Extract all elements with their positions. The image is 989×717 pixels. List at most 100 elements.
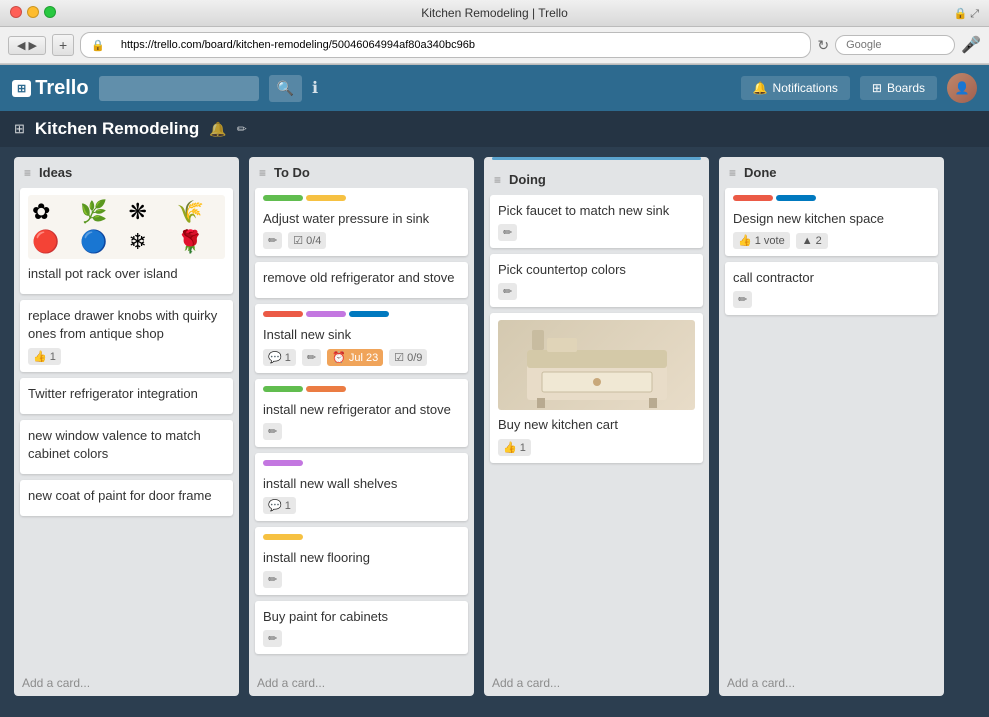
card-pick-faucet[interactable]: Pick faucet to match new sink ✏: [490, 195, 703, 248]
board-edit-icon[interactable]: ✏: [237, 122, 247, 136]
list-doing-header: ≡ Doing: [484, 164, 709, 195]
card-title: remove old refrigerator and stove: [263, 269, 460, 287]
label-red: [733, 195, 773, 201]
card-design-kitchen[interactable]: Design new kitchen space 👍 1 vote ▲ 2: [725, 188, 938, 256]
list-done-title: Done: [744, 165, 777, 180]
card-meta: 👍 1: [28, 348, 225, 365]
doing-add-card[interactable]: Add a card...: [484, 670, 709, 696]
list-handle-icon: ≡: [259, 166, 266, 180]
url-lock-icon: 🔒: [91, 39, 105, 52]
card-install-pot-rack[interactable]: ✿ 🌿 ❋ 🌾 🔴 🔵 ❄ 🌹 install pot rack over is…: [20, 188, 233, 294]
list-done-header: ≡ Done: [719, 157, 944, 188]
back-button[interactable]: ◀ ▶: [8, 36, 46, 55]
board-bell-icon[interactable]: 🔔: [209, 121, 226, 138]
card-drawer-knobs[interactable]: replace drawer knobs with quirky ones fr…: [20, 300, 233, 371]
card-window-valence[interactable]: new window valence to match cabinet colo…: [20, 420, 233, 474]
list-doing-title: Doing: [509, 172, 546, 187]
card-title: new coat of paint for door frame: [28, 487, 225, 505]
vote-badge: 👍 1: [28, 348, 61, 365]
card-title: install new refrigerator and stove: [263, 401, 460, 419]
card-meta: 👍 1 vote ▲ 2: [733, 232, 930, 249]
card-twitter-fridge[interactable]: Twitter refrigerator integration: [20, 378, 233, 414]
card-labels: [263, 460, 460, 470]
refresh-button[interactable]: ↻: [817, 37, 829, 54]
card-title: Pick countertop colors: [498, 261, 695, 279]
list-done-cards: Design new kitchen space 👍 1 vote ▲ 2 ca…: [719, 188, 944, 670]
card-call-contractor[interactable]: call contractor ✏: [725, 262, 938, 315]
label-red: [263, 311, 303, 317]
url-input[interactable]: [111, 36, 800, 54]
card-wall-shelves[interactable]: install new wall shelves 💬 1: [255, 453, 468, 521]
card-title: Buy paint for cabinets: [263, 608, 460, 626]
list-todo-cards: Adjust water pressure in sink ✏ ☑ 0/4 re…: [249, 188, 474, 670]
card-title: install pot rack over island: [28, 265, 225, 283]
card-title: new window valence to match cabinet colo…: [28, 427, 225, 463]
card-meta: ✏: [263, 423, 460, 440]
info-button[interactable]: ℹ: [312, 78, 318, 98]
list-handle-icon: ≡: [729, 166, 736, 180]
card-meta: ✏: [263, 630, 460, 647]
card-paint-door[interactable]: new coat of paint for door frame: [20, 480, 233, 516]
comment-badge: 💬 1: [263, 497, 296, 514]
header-search-button[interactable]: 🔍: [269, 75, 302, 102]
card-title: Buy new kitchen cart: [498, 416, 695, 434]
list-handle-icon: ≡: [24, 166, 31, 180]
minimize-button[interactable]: [27, 6, 39, 18]
kitchen-cart-image: [498, 320, 695, 410]
card-title: call contractor: [733, 269, 930, 287]
browser-search-input[interactable]: [835, 35, 955, 55]
card-kitchen-cart[interactable]: Buy new kitchen cart 👍 1: [490, 313, 703, 462]
title-bar: Kitchen Remodeling | Trello 🔒 ⤢: [0, 0, 989, 27]
list-ideas-header: ≡ Ideas: [14, 157, 239, 188]
boards-label: Boards: [887, 81, 925, 95]
new-tab-button[interactable]: +: [52, 34, 74, 56]
card-countertop-colors[interactable]: Pick countertop colors ✏: [490, 254, 703, 307]
card-new-fridge[interactable]: install new refrigerator and stove ✏: [255, 379, 468, 447]
card-meta: ✏: [733, 291, 930, 308]
kitchen-cart-svg: [507, 320, 687, 410]
done-add-card[interactable]: Add a card...: [719, 670, 944, 696]
card-labels: [263, 311, 460, 321]
card-meta: ✏: [498, 283, 695, 300]
card-meta: 👍 1: [498, 439, 695, 456]
card-meta: 💬 1 ✏ ⏰ Jul 23 ☑ 0/9: [263, 349, 460, 366]
edit-badge: ✏: [263, 571, 282, 588]
window-controls[interactable]: [10, 6, 56, 18]
vote-badge: 👍 1: [498, 439, 531, 456]
card-remove-fridge[interactable]: remove old refrigerator and stove: [255, 262, 468, 298]
maximize-button[interactable]: [44, 6, 56, 18]
boards-icon: ⊞: [872, 81, 882, 95]
card-meta: 💬 1: [263, 497, 460, 514]
card-buy-paint[interactable]: Buy paint for cabinets ✏: [255, 601, 468, 654]
list-doing: ≡ Doing Pick faucet to match new sink ✏ …: [484, 157, 709, 696]
list-handle-icon: ≡: [494, 173, 501, 187]
close-button[interactable]: [10, 6, 22, 18]
card-title: Design new kitchen space: [733, 210, 930, 228]
ideas-add-card[interactable]: Add a card...: [14, 670, 239, 696]
card-adjust-water[interactable]: Adjust water pressure in sink ✏ ☑ 0/4: [255, 188, 468, 256]
card-install-sink[interactable]: Install new sink 💬 1 ✏ ⏰ Jul 23 ☑ 0/9: [255, 304, 468, 372]
bell-icon: 🔔: [753, 81, 768, 95]
comment-badge: 💬 1: [263, 349, 296, 366]
card-title: Install new sink: [263, 326, 460, 344]
boards-button[interactable]: ⊞ Boards: [860, 76, 937, 100]
card-title: install new wall shelves: [263, 475, 460, 493]
todo-add-card[interactable]: Add a card...: [249, 670, 474, 696]
notifications-button[interactable]: 🔔 Notifications: [741, 76, 850, 100]
label-purple: [263, 460, 303, 466]
url-bar: ◀ ▶ + 🔒 ↻ 🎤: [0, 27, 989, 64]
board-icon: ⊞: [14, 121, 25, 137]
trello-wordmark: Trello: [35, 77, 88, 100]
list-todo: ≡ To Do Adjust water pressure in sink ✏ …: [249, 157, 474, 696]
edit-badge: ✏: [263, 232, 282, 249]
card-title: Twitter refrigerator integration: [28, 385, 225, 403]
board-title: Kitchen Remodeling: [35, 119, 199, 139]
user-avatar[interactable]: 👤: [947, 73, 977, 103]
card-meta: ✏: [498, 224, 695, 241]
list-doing-cards: Pick faucet to match new sink ✏ Pick cou…: [484, 195, 709, 670]
header-search-input[interactable]: [99, 76, 259, 101]
card-new-flooring[interactable]: install new flooring ✏: [255, 527, 468, 595]
notifications-label: Notifications: [773, 81, 838, 95]
microphone-button[interactable]: 🎤: [961, 35, 981, 55]
edit-badge: ✏: [498, 224, 517, 241]
